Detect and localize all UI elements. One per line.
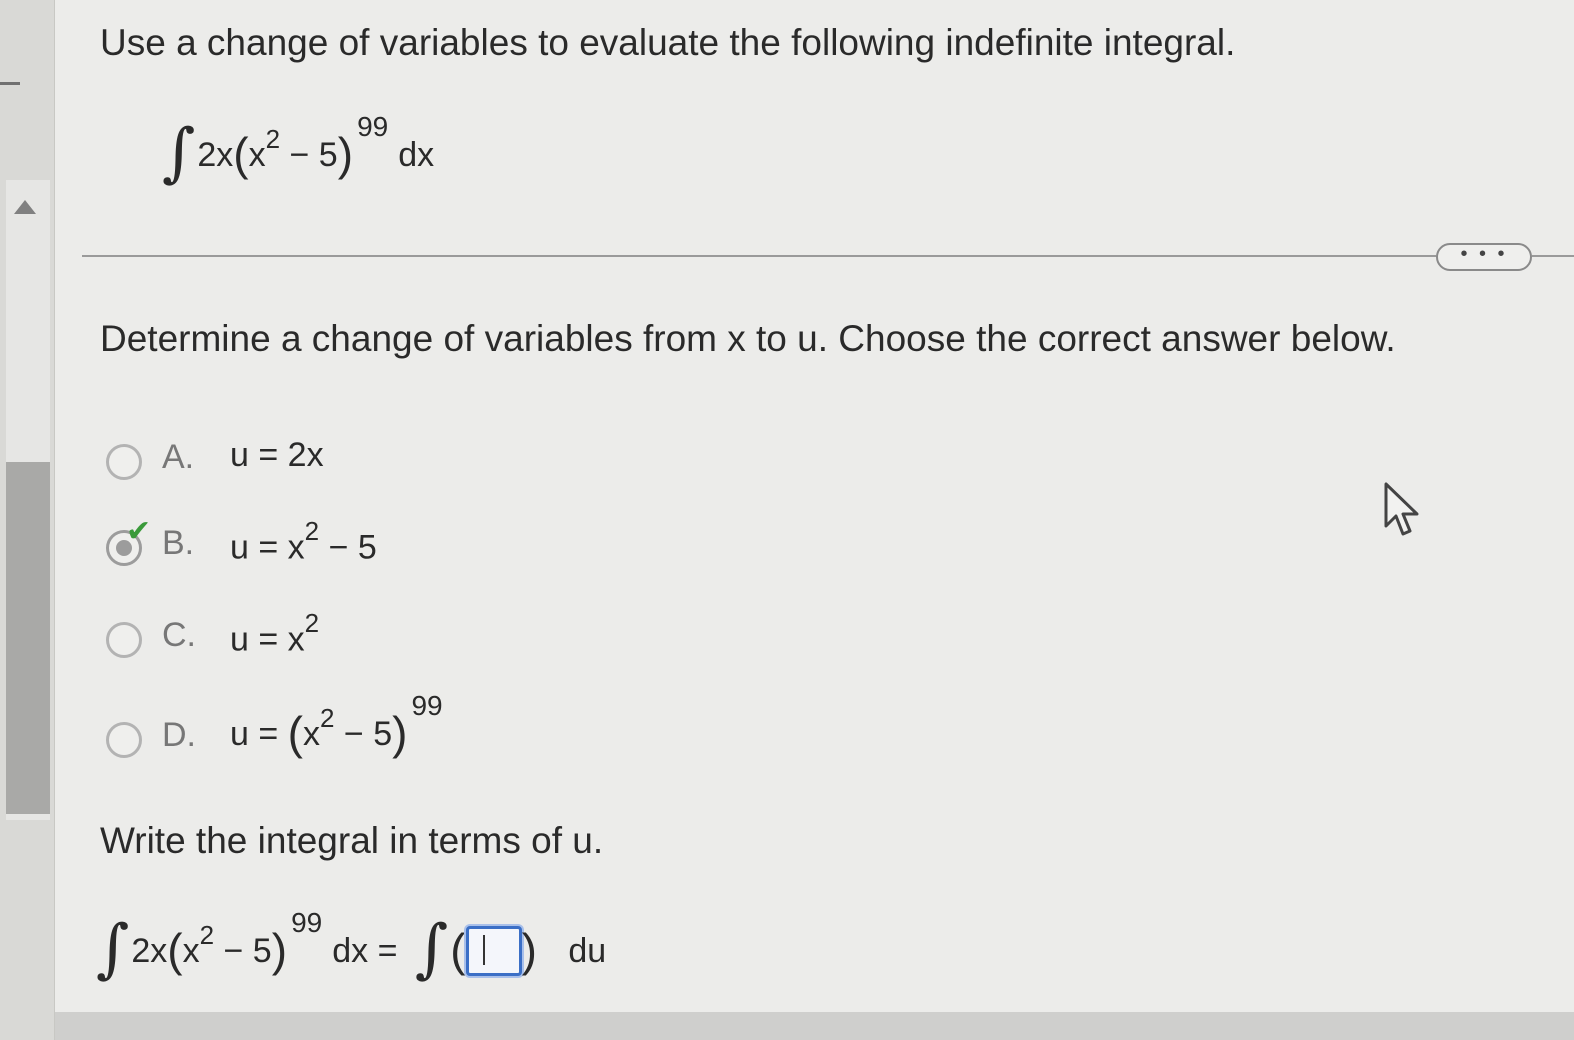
answer-input[interactable] <box>465 926 522 977</box>
option-expression: u = x2 <box>230 608 320 659</box>
left-sidebar <box>0 0 55 1040</box>
close-paren: ) <box>337 128 354 180</box>
close-paren: ) <box>271 924 288 976</box>
option-letter: C. <box>162 616 196 654</box>
inner-exponent: 2 <box>199 919 215 950</box>
part2-instruction: Write the integral in terms of u. <box>100 820 604 861</box>
open-paren: ( <box>233 128 249 180</box>
close-paren: ) <box>521 924 537 976</box>
option-letter: A. <box>162 438 195 476</box>
inner-exponent: 2 <box>265 123 281 154</box>
part1-instruction: Determine a change of variables from x t… <box>100 318 1396 359</box>
coefficient: 2x <box>131 932 168 970</box>
option-expression: u = 2x <box>230 436 324 474</box>
coefficient: 2x <box>197 136 234 174</box>
mouse-cursor-icon <box>1384 482 1419 536</box>
section-divider <box>82 255 1436 257</box>
rail-dash <box>0 82 20 85</box>
option-letter: D. <box>162 716 196 754</box>
section-divider-right <box>1532 255 1574 257</box>
answer-equation: ∫2x(x2 − 5)99dx = ∫() du <box>96 904 607 986</box>
outer-exponent: 99 <box>357 111 389 142</box>
bottom-bar <box>55 1012 1574 1040</box>
base: x <box>248 136 266 174</box>
integral-sign: ∫ <box>162 116 196 190</box>
scroll-up-arrow-icon[interactable] <box>14 200 36 214</box>
integral-sign: ∫ <box>96 912 130 986</box>
open-paren: ( <box>450 924 466 976</box>
base: x <box>182 932 200 970</box>
more-options-button[interactable]: • • • <box>1436 243 1532 271</box>
radio-d[interactable] <box>106 722 142 758</box>
radio-c[interactable] <box>106 622 142 658</box>
differential: dx <box>398 136 435 174</box>
integral-expression: ∫2x(x2 − 5)99 dx <box>162 108 435 190</box>
radio-a[interactable] <box>106 444 142 480</box>
integral-sign-rhs: ∫ <box>414 912 449 986</box>
option-letter: B. <box>162 524 195 562</box>
differential-du: du <box>568 932 607 970</box>
inner-rest: − 5 <box>214 932 272 970</box>
scrollbar-thumb[interactable] <box>6 462 50 814</box>
option-expression: u = x2 − 5 <box>230 516 377 567</box>
checkmark-icon: ✔ <box>126 515 152 548</box>
option-expression: u = (x2 − 5)99 <box>230 690 443 759</box>
outer-exponent: 99 <box>291 907 323 938</box>
inner-rest: − 5 <box>280 136 338 174</box>
open-paren: ( <box>167 924 183 976</box>
question-prompt: Use a change of variables to evaluate th… <box>100 22 1236 63</box>
differential: dx = <box>332 932 398 970</box>
